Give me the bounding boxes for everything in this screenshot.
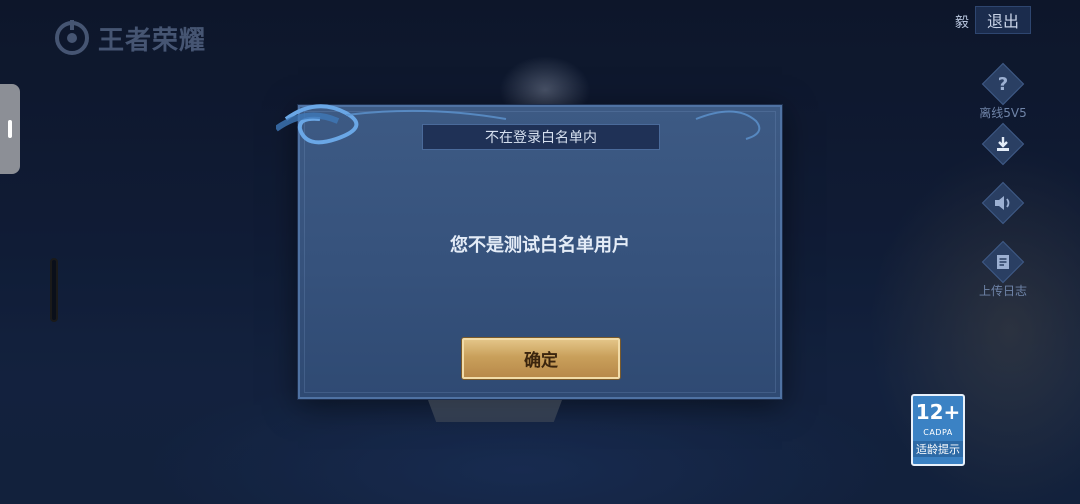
age-rating-tip: 适龄提示 xyxy=(913,441,963,457)
log-icon xyxy=(983,242,1023,282)
dialog-title: 不在登录白名单内 xyxy=(422,124,660,150)
whitelist-dialog: 不在登录白名单内 您不是测试白名单用户 确定 xyxy=(276,104,782,399)
left-scroll-indicator xyxy=(50,258,58,322)
handle-grip-icon xyxy=(8,120,12,138)
exit-button[interactable]: 退出 xyxy=(975,6,1031,34)
dialog-message: 您不是测试白名单用户 xyxy=(450,235,630,256)
logo-text: 王者荣耀 xyxy=(98,25,207,56)
age-rating-value: 12+ xyxy=(915,400,961,424)
download-button[interactable] xyxy=(972,124,1034,164)
logo-emblem-icon xyxy=(55,20,89,55)
side-drawer-handle[interactable] xyxy=(0,84,20,174)
speaker-icon xyxy=(983,183,1023,223)
account-name: 毅 xyxy=(955,15,969,31)
offline-5v5-button[interactable]: ? 离线5V5 xyxy=(972,64,1034,121)
game-logo: 王者荣耀 xyxy=(52,18,206,58)
sound-toggle-button[interactable] xyxy=(972,183,1034,223)
download-icon xyxy=(983,124,1023,164)
confirm-button[interactable]: 确定 xyxy=(462,338,620,379)
offline-5v5-label: 离线5V5 xyxy=(979,106,1027,120)
game-login-screen: 王者荣耀 毅 退出 ? 离线5V5 上传日志 12+ CADPA 适龄提示 不在… xyxy=(0,0,1080,504)
age-rating-org: CADPA xyxy=(923,428,953,437)
upload-log-button[interactable]: 上传日志 xyxy=(972,242,1034,299)
question-icon: ? xyxy=(983,64,1023,104)
upload-log-label: 上传日志 xyxy=(978,284,1027,298)
age-rating-badge[interactable]: 12+ CADPA 适龄提示 xyxy=(911,394,965,466)
